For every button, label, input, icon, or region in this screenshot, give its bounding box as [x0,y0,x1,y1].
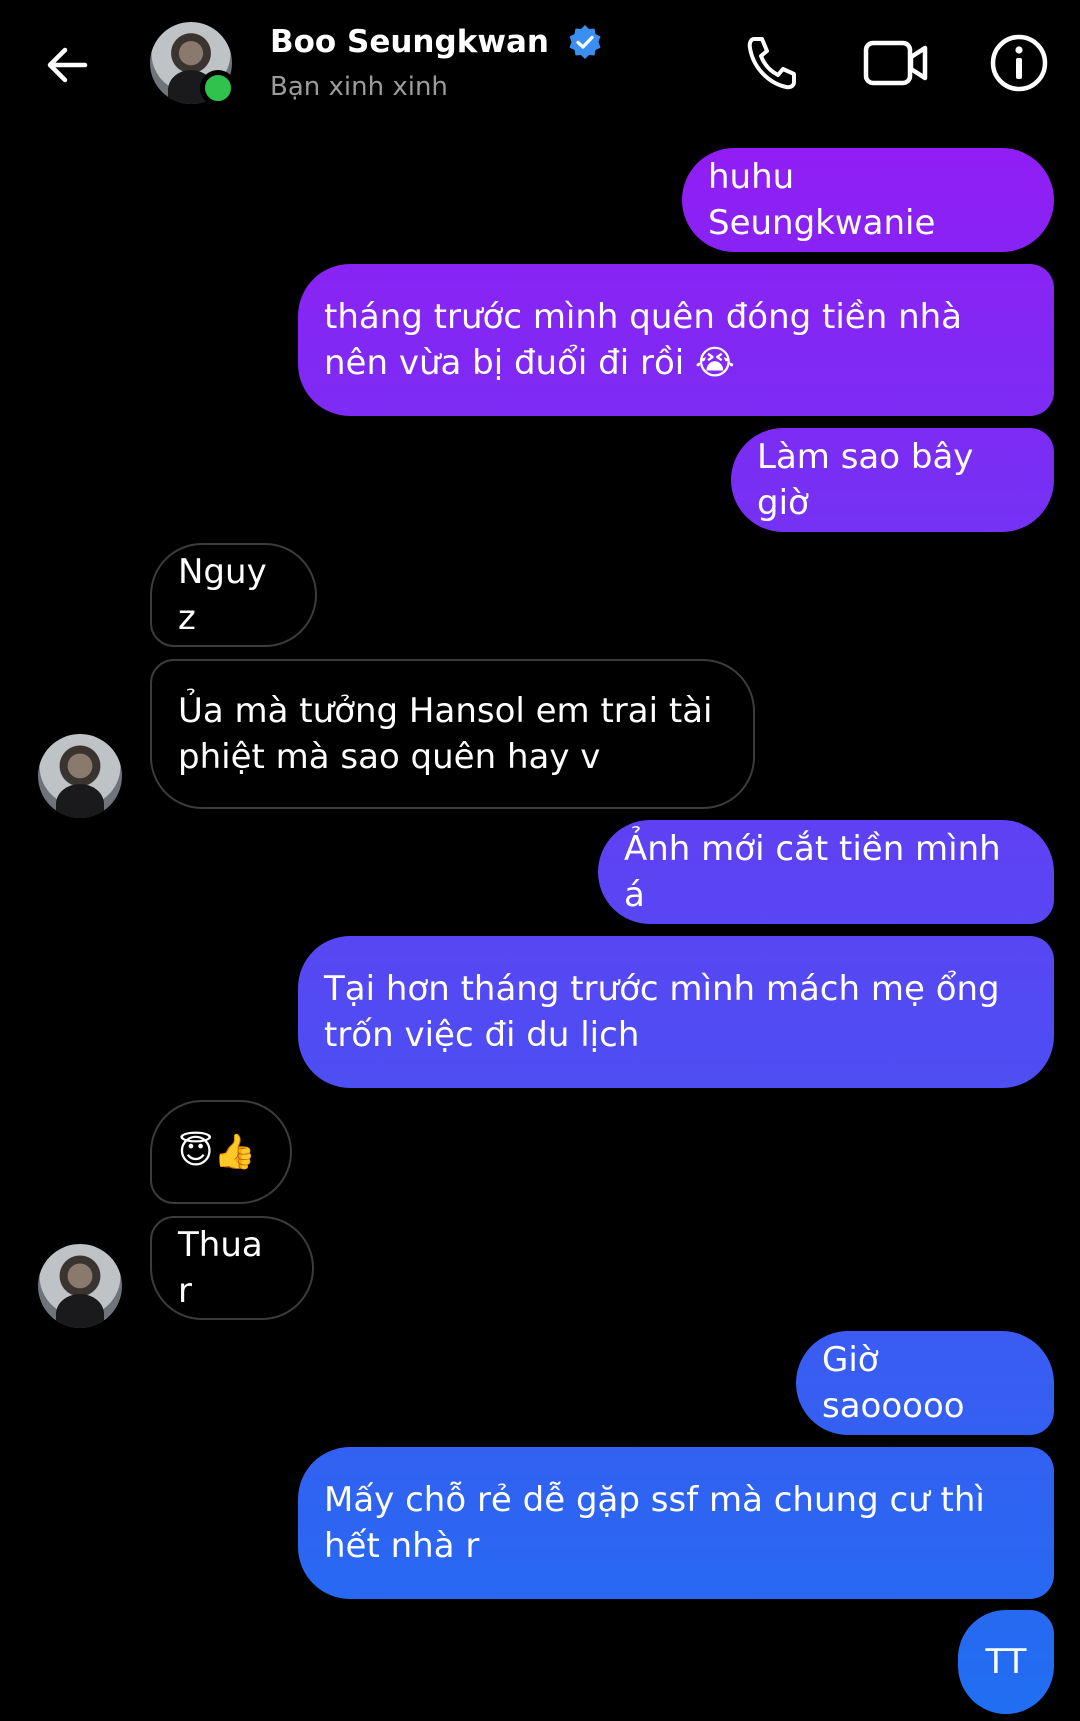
sender-avatar[interactable] [38,734,122,818]
contact-avatar[interactable] [150,22,236,106]
verified-icon [569,25,601,59]
sender-avatar[interactable] [38,1244,122,1328]
message-bubble-outgoing[interactable]: huhu Seungkwanie [682,148,1054,252]
message-bubble-incoming[interactable]: Thua r [150,1216,314,1320]
info-icon [990,34,1048,92]
message-bubble-outgoing[interactable]: tháng trước mình quên đóng tiền nhà nên … [298,264,1054,416]
info-button[interactable] [984,28,1054,98]
contact-subtitle: Bạn xinh xinh [270,72,448,102]
contact-name[interactable]: Boo Seungkwan [270,24,603,60]
message-bubble-outgoing[interactable]: Giờ saooooo [796,1331,1054,1435]
message-bubble-outgoing[interactable]: TT [958,1610,1054,1714]
online-status-dot [200,70,236,106]
message-bubble-incoming[interactable]: 😇👍 [150,1100,292,1204]
video-camera-icon [863,40,928,86]
chat-header: Boo Seungkwan Bạn xinh xinh [0,0,1080,130]
message-bubble-outgoing[interactable]: Tại hơn tháng trước mình mách mẹ ổng trố… [298,936,1054,1088]
phone-icon [747,37,796,90]
contact-name-text: Boo Seungkwan [270,24,549,60]
message-bubble-outgoing[interactable]: Mấy chỗ rẻ dễ gặp ssf mà chung cư thì hế… [298,1447,1054,1599]
message-bubble-incoming[interactable]: Nguy z [150,543,317,647]
voice-call-button[interactable] [737,28,807,98]
back-arrow-icon [47,47,88,83]
message-bubble-incoming[interactable]: Ủa mà tưởng Hansol em trai tài phiệt mà … [150,659,755,809]
message-bubble-outgoing[interactable]: Ảnh mới cắt tiền mình á [598,820,1054,924]
message-bubble-outgoing[interactable]: Làm sao bây giờ [731,428,1054,532]
video-call-button[interactable] [861,28,931,98]
back-button[interactable] [36,34,98,96]
